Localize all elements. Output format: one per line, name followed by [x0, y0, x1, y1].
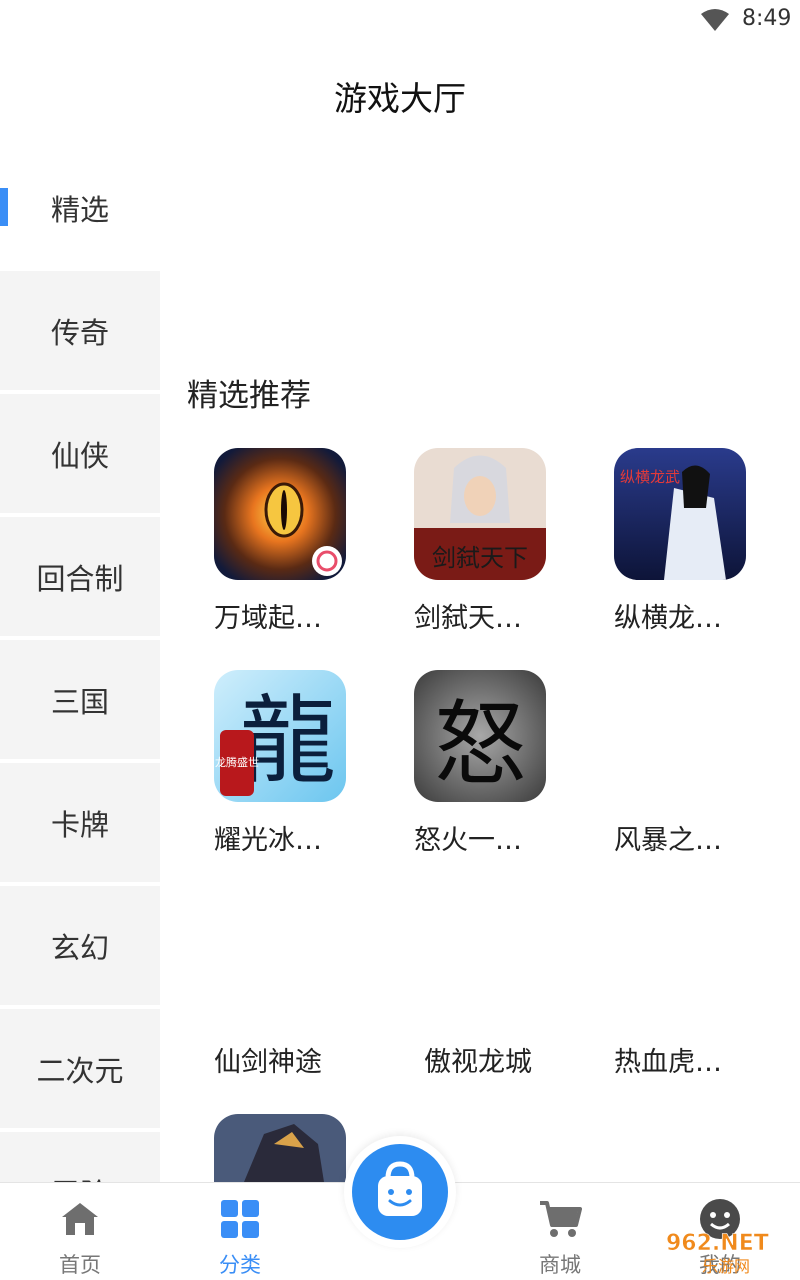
game-icon-placeholder [214, 892, 346, 1024]
sidebar-item-label: 仙侠 [50, 438, 109, 473]
nav-category-label: 分类 [219, 1253, 261, 1277]
game-icon: 怒 [414, 670, 546, 802]
sidebar-item-label: 冒险 [51, 1171, 109, 1183]
game-logo-text: 剑弑天下 [432, 544, 528, 572]
shopping-bag-icon [378, 1161, 422, 1216]
sidebar-item-label: 传奇 [50, 315, 109, 350]
game-card[interactable]: 热血虎… [614, 892, 774, 1079]
sidebar-item-turn-based[interactable]: 回合制 [0, 517, 160, 636]
active-indicator [0, 188, 8, 226]
game-name: 傲视龙城 [424, 1047, 532, 1078]
status-time: 8:49 [742, 6, 792, 31]
game-name: 怒火一… [414, 825, 522, 856]
nav-home[interactable]: 首页 [0, 1183, 160, 1280]
game-card[interactable]: 仙剑神途 [214, 892, 374, 1079]
sidebar-item-selected[interactable]: 精选 [0, 148, 160, 267]
wifi-icon [701, 9, 729, 31]
sidebar-item-fantasy[interactable]: 玄幻 [0, 886, 160, 1005]
game-card[interactable]: 剑弑天下 剑弑天… [414, 448, 574, 635]
game-logo-text: 龍 [240, 685, 336, 797]
sidebar-item-card[interactable]: 卡牌 [0, 763, 160, 882]
grid-icon [221, 1200, 259, 1238]
game-icon-placeholder [614, 892, 746, 1024]
game-icon: 纵横龙武 [614, 448, 746, 580]
category-sidebar: 精选 传奇 仙侠 回合制 三国 卡牌 玄幻 二次元 冒险 [0, 148, 160, 1182]
game-logo-text: 纵横龙武 [620, 468, 680, 486]
game-name: 剑弑天… [414, 603, 522, 634]
nav-home-label: 首页 [59, 1253, 101, 1277]
game-name: 万域起… [214, 603, 322, 634]
svg-text:乐游网: 乐游网 [702, 1257, 750, 1276]
status-bar: 8:49 [0, 0, 800, 40]
game-name: 仙剑神途 [214, 1047, 322, 1078]
sidebar-item-adventure[interactable]: 冒险 [0, 1132, 160, 1182]
sidebar-item-label: 二次元 [36, 1053, 124, 1088]
game-icon-placeholder [424, 892, 556, 1024]
section-title: 精选推荐 [187, 378, 311, 414]
home-icon [62, 1203, 98, 1235]
game-name: 耀光冰… [214, 825, 322, 856]
game-card[interactable]: 风暴之… [614, 670, 774, 857]
game-card[interactable]: 傲视龙城 [424, 892, 584, 1079]
watermark-logo: 962.NET 乐游网 [662, 1228, 798, 1276]
cart-icon [540, 1201, 582, 1237]
sidebar-item-xianxia[interactable]: 仙侠 [0, 394, 160, 513]
sidebar-item-anime[interactable]: 二次元 [0, 1009, 160, 1128]
sidebar-item-three-kingdoms[interactable]: 三国 [0, 640, 160, 759]
game-icon [214, 448, 346, 580]
svg-text:962.NET: 962.NET [666, 1231, 769, 1256]
game-icon-placeholder [614, 670, 746, 802]
sidebar-item-legend[interactable]: 传奇 [0, 271, 160, 390]
game-card[interactable]: 龍 龙腾盛世 耀光冰… [214, 670, 374, 857]
game-icon: 龍 龙腾盛世 [214, 670, 346, 802]
page-title: 游戏大厅 [334, 79, 466, 118]
sidebar-item-label: 三国 [50, 684, 109, 719]
game-card[interactable]: 万域起… [214, 448, 374, 635]
game-card[interactable]: 怒 怒火一… [414, 670, 574, 857]
game-card[interactable]: 纵横龙武 纵横龙… [614, 448, 774, 635]
game-icon: 剑弑天下 [414, 448, 546, 580]
shop-fab-inner [352, 1144, 448, 1240]
nav-shop[interactable]: 商城 [480, 1183, 640, 1280]
sidebar-item-label: 玄幻 [50, 930, 109, 965]
nav-shop-label: 商城 [539, 1253, 581, 1277]
nav-category[interactable]: 分类 [160, 1183, 320, 1280]
game-name: 风暴之… [614, 825, 722, 856]
sidebar-item-label: 回合制 [36, 561, 124, 596]
sidebar-item-label: 精选 [50, 192, 109, 227]
game-name: 热血虎… [614, 1047, 722, 1078]
game-name: 纵横龙… [614, 603, 722, 634]
game-seal-text: 龙腾盛世 [215, 755, 259, 769]
sidebar-item-label: 卡牌 [50, 807, 109, 842]
game-icon [214, 1114, 346, 1182]
shop-fab-button[interactable] [344, 1136, 456, 1248]
game-logo-text: 怒 [434, 691, 526, 798]
